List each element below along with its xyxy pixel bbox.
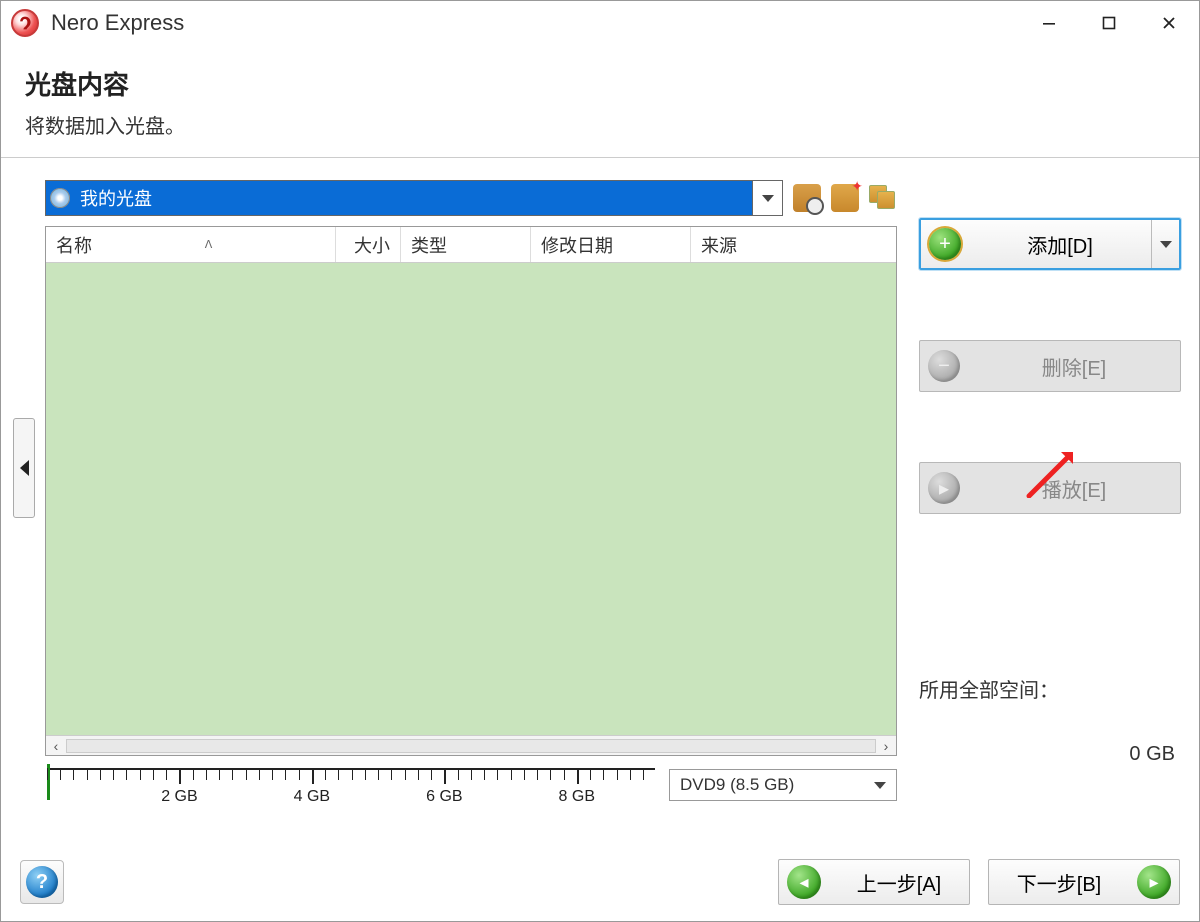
help-button[interactable]: ? [20, 860, 64, 904]
ruler-tick-label: 8 GB [559, 788, 595, 806]
app-icon [11, 9, 39, 37]
arrow-right-icon: ▸ [1137, 865, 1171, 899]
column-header-name[interactable]: 名称 ᐱ [46, 227, 336, 262]
ruler-tick-label: 6 GB [426, 788, 462, 806]
cd-icon [46, 181, 74, 215]
collapse-handle[interactable] [13, 418, 35, 518]
delete-button-label: 删除[E] [968, 352, 1180, 381]
capacity-ruler: 2 GB 4 GB 6 GB 8 GB [45, 764, 657, 806]
back-button-label: 上一步[A] [829, 868, 969, 897]
copy-button[interactable] [869, 185, 897, 211]
maximize-button[interactable] [1079, 1, 1139, 45]
file-list: 名称 ᐱ 大小 类型 修改日期 来源 ‹ › [45, 226, 897, 756]
arrow-left-icon: ◂ [787, 865, 821, 899]
ruler-tick-label: 2 GB [161, 788, 197, 806]
close-button[interactable] [1139, 1, 1199, 45]
disc-type-select[interactable]: DVD9 (8.5 GB) [669, 769, 897, 801]
horizontal-scrollbar[interactable]: ‹ › [46, 735, 896, 755]
scroll-left-icon[interactable]: ‹ [46, 738, 66, 754]
column-header-date[interactable]: 修改日期 [531, 227, 691, 262]
chevron-down-icon [1160, 241, 1172, 248]
scroll-track[interactable] [66, 739, 876, 753]
disc-dropdown-button[interactable] [752, 181, 782, 215]
play-icon: ▸ [928, 472, 960, 504]
page-subtitle: 将数据加入光盘。 [25, 110, 1175, 139]
browse-folder-button[interactable] [793, 184, 821, 212]
chevron-down-icon [874, 782, 886, 789]
next-button[interactable]: 下一步[B] ▸ [988, 859, 1180, 905]
plus-icon: + [929, 228, 961, 260]
new-folder-button[interactable] [831, 184, 859, 212]
scroll-right-icon[interactable]: › [876, 738, 896, 754]
page-title: 光盘内容 [25, 65, 1175, 102]
title-bar: Nero Express [1, 1, 1199, 45]
used-space-value: 0 GB [919, 743, 1181, 766]
chevron-down-icon [762, 195, 774, 202]
back-button[interactable]: ◂ 上一步[A] [778, 859, 970, 905]
used-space-label: 所用全部空间： [919, 674, 1181, 703]
disc-name-label: 我的光盘 [74, 181, 752, 215]
disc-name-combo[interactable]: 我的光盘 [45, 180, 783, 216]
chevron-left-icon [20, 460, 29, 476]
app-title: Nero Express [51, 10, 1019, 36]
minimize-button[interactable] [1019, 1, 1079, 45]
delete-button[interactable]: − 删除[E] [919, 340, 1181, 392]
add-dropdown[interactable] [1151, 220, 1179, 268]
disc-type-value: DVD9 (8.5 GB) [680, 775, 794, 795]
minus-icon: − [928, 350, 960, 382]
column-header-source[interactable]: 来源 [691, 227, 896, 262]
play-button-label: 播放[E] [968, 474, 1180, 503]
add-button-label: 添加[D] [969, 230, 1151, 259]
help-icon: ? [26, 866, 58, 898]
play-button[interactable]: ▸ 播放[E] [919, 462, 1181, 514]
next-button-label: 下一步[B] [989, 868, 1129, 897]
file-list-body[interactable] [46, 263, 896, 735]
ruler-tick-label: 4 GB [294, 788, 330, 806]
page-header: 光盘内容 将数据加入光盘。 [1, 45, 1199, 158]
column-header-type[interactable]: 类型 [401, 227, 531, 262]
add-button[interactable]: + 添加[D] [919, 218, 1181, 270]
sort-indicator-icon: ᐱ [205, 238, 213, 251]
window-controls [1019, 1, 1199, 45]
column-header-size[interactable]: 大小 [336, 227, 401, 262]
